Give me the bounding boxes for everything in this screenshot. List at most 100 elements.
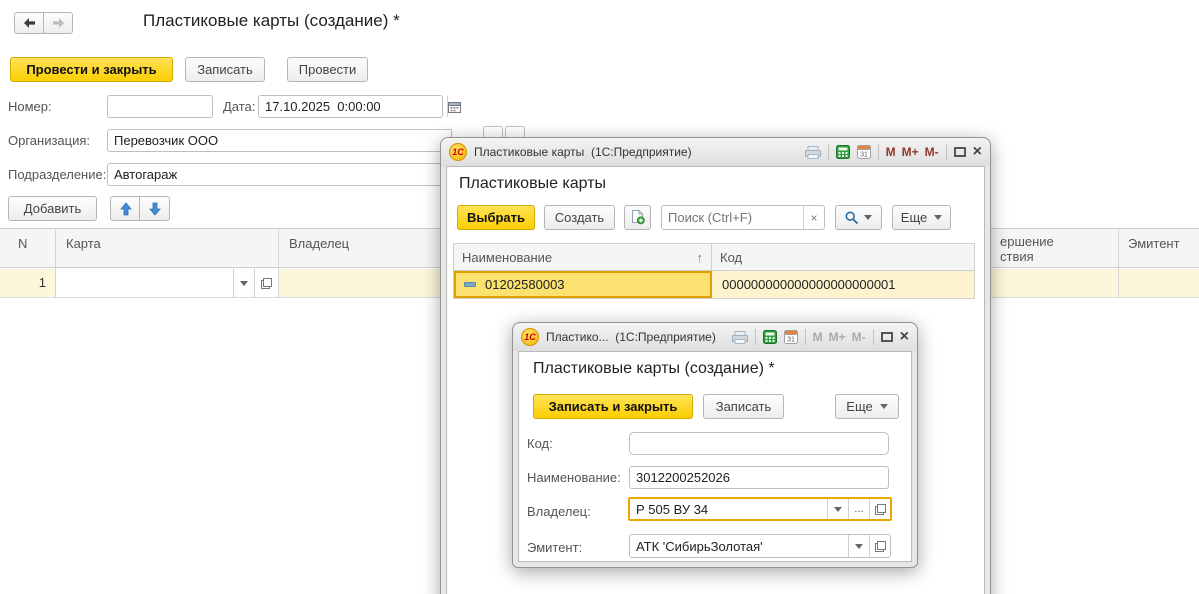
catalog-item-icon <box>464 282 476 287</box>
move-up-button[interactable] <box>110 196 141 221</box>
select-window-titlebar[interactable]: 1С Пластиковые карты (1С:Предприятие) 31… <box>441 138 990 166</box>
issuer-input[interactable]: АТК 'СибирьЗолотая' <box>630 535 848 557</box>
write-and-close-button[interactable]: Записать и закрыть <box>533 394 693 419</box>
owner-choose-button[interactable]: ... <box>848 499 869 519</box>
grid-line <box>278 228 279 298</box>
owner-input[interactable]: Р 505 ВУ 34 <box>630 499 827 519</box>
write-button[interactable]: Записать <box>185 57 265 82</box>
owner-open-button[interactable] <box>869 499 890 519</box>
chevron-down-icon <box>855 544 863 549</box>
owner-field-group: Р 505 ВУ 34 ... <box>628 497 892 521</box>
create-new-by-copy-button[interactable] <box>624 205 651 230</box>
memory-m-plus-button[interactable]: М+ <box>902 145 919 159</box>
memory-buttons: М М+ М- <box>886 145 939 159</box>
choose-button[interactable]: Выбрать <box>457 205 535 230</box>
list-cell-name-current[interactable]: 01202580003 <box>454 271 712 298</box>
create-window-titlebar[interactable]: 1С Пластико... (1С:Предприятие) 31 М М+ … <box>513 323 917 351</box>
list-column-code[interactable]: Код <box>712 244 974 270</box>
card-cell-editor[interactable] <box>56 269 278 297</box>
post-and-close-button[interactable]: Провести и закрыть <box>10 57 173 82</box>
card-cell-open-button[interactable] <box>254 269 278 297</box>
column-header-n[interactable]: N <box>18 236 27 251</box>
create-window-heading: Пластиковые карты (создание) * <box>533 360 775 378</box>
memory-m-plus-button[interactable]: М+ <box>829 330 846 344</box>
back-button[interactable] <box>14 12 44 34</box>
chevron-down-icon <box>834 507 842 512</box>
owner-dropdown-button[interactable] <box>827 499 848 519</box>
close-button[interactable]: × <box>973 147 982 157</box>
column-header-owner[interactable]: Владелец <box>289 236 349 251</box>
chevron-down-icon <box>934 215 942 220</box>
row-number-cell: 1 <box>0 275 46 290</box>
calculator-icon[interactable] <box>836 145 850 159</box>
memory-m-button[interactable]: М <box>813 330 823 344</box>
memory-m-button[interactable]: М <box>886 145 896 159</box>
magnifier-icon <box>845 211 858 224</box>
date-input[interactable] <box>259 96 447 117</box>
column-header-issuer[interactable]: Эмитент <box>1128 236 1180 251</box>
select-window-heading: Пластиковые карты <box>459 175 606 193</box>
create-more-button[interactable]: Еще <box>835 394 899 419</box>
memory-m-minus-button[interactable]: М- <box>925 145 939 159</box>
maximize-button[interactable] <box>954 147 966 157</box>
card-cell-dropdown-button[interactable] <box>233 269 254 297</box>
owner-label: Владелец: <box>527 504 591 519</box>
grid-line <box>1118 228 1119 298</box>
print-icon[interactable] <box>805 146 821 159</box>
1c-logo-icon: 1С <box>521 328 539 346</box>
search-options-button[interactable] <box>835 205 882 230</box>
select-window-title: Пластиковые карты (1С:Предприятие) <box>474 145 692 159</box>
create-button[interactable]: Создать <box>544 205 615 230</box>
chevron-down-icon <box>880 404 888 409</box>
organization-input[interactable] <box>107 129 452 152</box>
move-down-button[interactable] <box>139 196 170 221</box>
nav-buttons <box>14 12 73 34</box>
number-label: Номер: <box>8 99 52 114</box>
list-row-selected[interactable]: 01202580003 000000000000000000000001 <box>454 271 974 298</box>
list-cell-code[interactable]: 000000000000000000000001 <box>712 271 974 298</box>
code-label: Код: <box>527 436 553 451</box>
forward-button[interactable] <box>43 12 73 34</box>
department-input[interactable] <box>107 163 452 186</box>
add-row-button[interactable]: Добавить <box>8 196 97 221</box>
number-input[interactable] <box>107 95 213 118</box>
search-clear-button[interactable]: × <box>803 206 824 229</box>
column-header-card[interactable]: Карта <box>66 236 101 251</box>
memory-m-minus-button[interactable]: М- <box>852 330 866 344</box>
print-icon[interactable] <box>732 331 748 344</box>
svg-text:31: 31 <box>787 337 795 344</box>
calendar-31-icon[interactable]: 31 <box>857 145 871 159</box>
issuer-label: Эмитент: <box>527 540 582 555</box>
open-in-form-icon <box>875 541 886 552</box>
page-title: Пластиковые карты (создание) * <box>143 11 400 31</box>
create-write-button[interactable]: Записать <box>703 394 784 419</box>
post-button[interactable]: Провести <box>287 57 368 82</box>
svg-text:31: 31 <box>860 152 868 159</box>
name-label: Наименование: <box>527 470 621 485</box>
search-input[interactable] <box>662 206 803 229</box>
select-more-button[interactable]: Еще <box>892 205 951 230</box>
calendar-31-icon[interactable]: 31 <box>784 330 798 344</box>
calendar-icon <box>448 101 461 113</box>
open-in-form-icon <box>261 278 272 289</box>
cards-list: Наименование ↑ Код 01202580003 000000000… <box>453 243 975 299</box>
date-calendar-button[interactable] <box>447 96 461 117</box>
issuer-open-button[interactable] <box>869 535 890 557</box>
column-header-partial[interactable]: ершение ствия <box>1000 234 1054 264</box>
list-column-name[interactable]: Наименование ↑ <box>454 244 712 270</box>
card-cell-input[interactable] <box>56 269 233 297</box>
up-arrow-icon <box>120 202 132 216</box>
department-label: Подразделение: <box>8 167 106 182</box>
chevron-down-icon <box>240 281 248 286</box>
close-button[interactable]: × <box>900 332 909 342</box>
name-input[interactable] <box>629 466 889 489</box>
back-arrow-icon <box>23 18 36 28</box>
calculator-icon[interactable] <box>763 330 777 344</box>
document-plus-icon <box>631 210 645 225</box>
organization-label: Организация: <box>8 133 90 148</box>
maximize-button[interactable] <box>881 332 893 342</box>
create-window: 1С Пластико... (1С:Предприятие) 31 М М+ … <box>512 322 918 568</box>
cards-list-header: Наименование ↑ Код <box>454 244 974 271</box>
issuer-dropdown-button[interactable] <box>848 535 869 557</box>
code-input[interactable] <box>629 432 889 455</box>
